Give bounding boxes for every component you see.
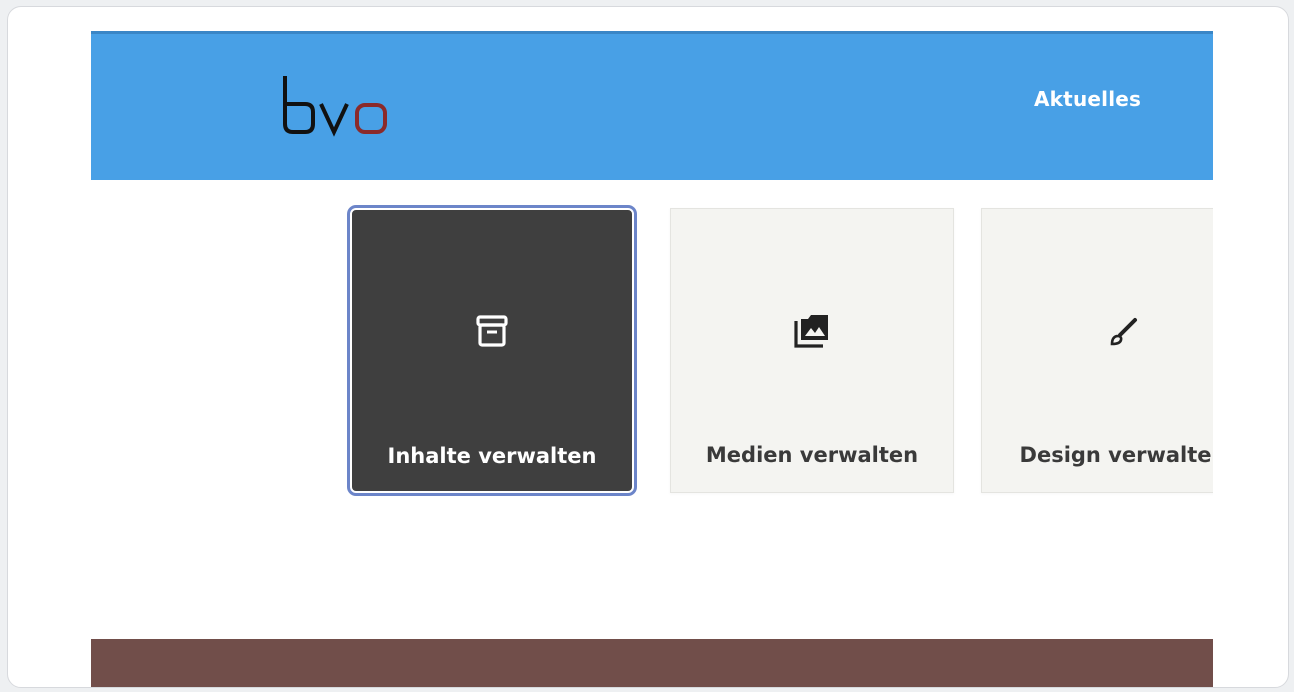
- tile-inhalte-verwalten[interactable]: Inhalte verwalten: [347, 205, 637, 496]
- tile-label: Inhalte verwalten: [387, 444, 597, 468]
- tile-design-verwalten[interactable]: Design verwalten: [981, 208, 1213, 493]
- nav-link-aktuelles[interactable]: Aktuelles: [1034, 87, 1141, 111]
- browser-frame: Aktuelles Inhalte verwalten Medien verwa…: [7, 6, 1289, 688]
- tile-label: Design verwalten: [1019, 443, 1213, 467]
- paintbrush-icon: [1098, 306, 1148, 356]
- bvo-logo[interactable]: [279, 74, 395, 138]
- site-header: Aktuelles: [91, 31, 1213, 180]
- tile-medien-verwalten[interactable]: Medien verwalten: [670, 208, 954, 493]
- footer-band: [91, 639, 1213, 687]
- archive-box-icon: [467, 307, 517, 357]
- photo-library-icon: [787, 306, 837, 356]
- page-viewport: Aktuelles Inhalte verwalten Medien verwa…: [91, 31, 1213, 687]
- tile-label: Medien verwalten: [705, 443, 919, 467]
